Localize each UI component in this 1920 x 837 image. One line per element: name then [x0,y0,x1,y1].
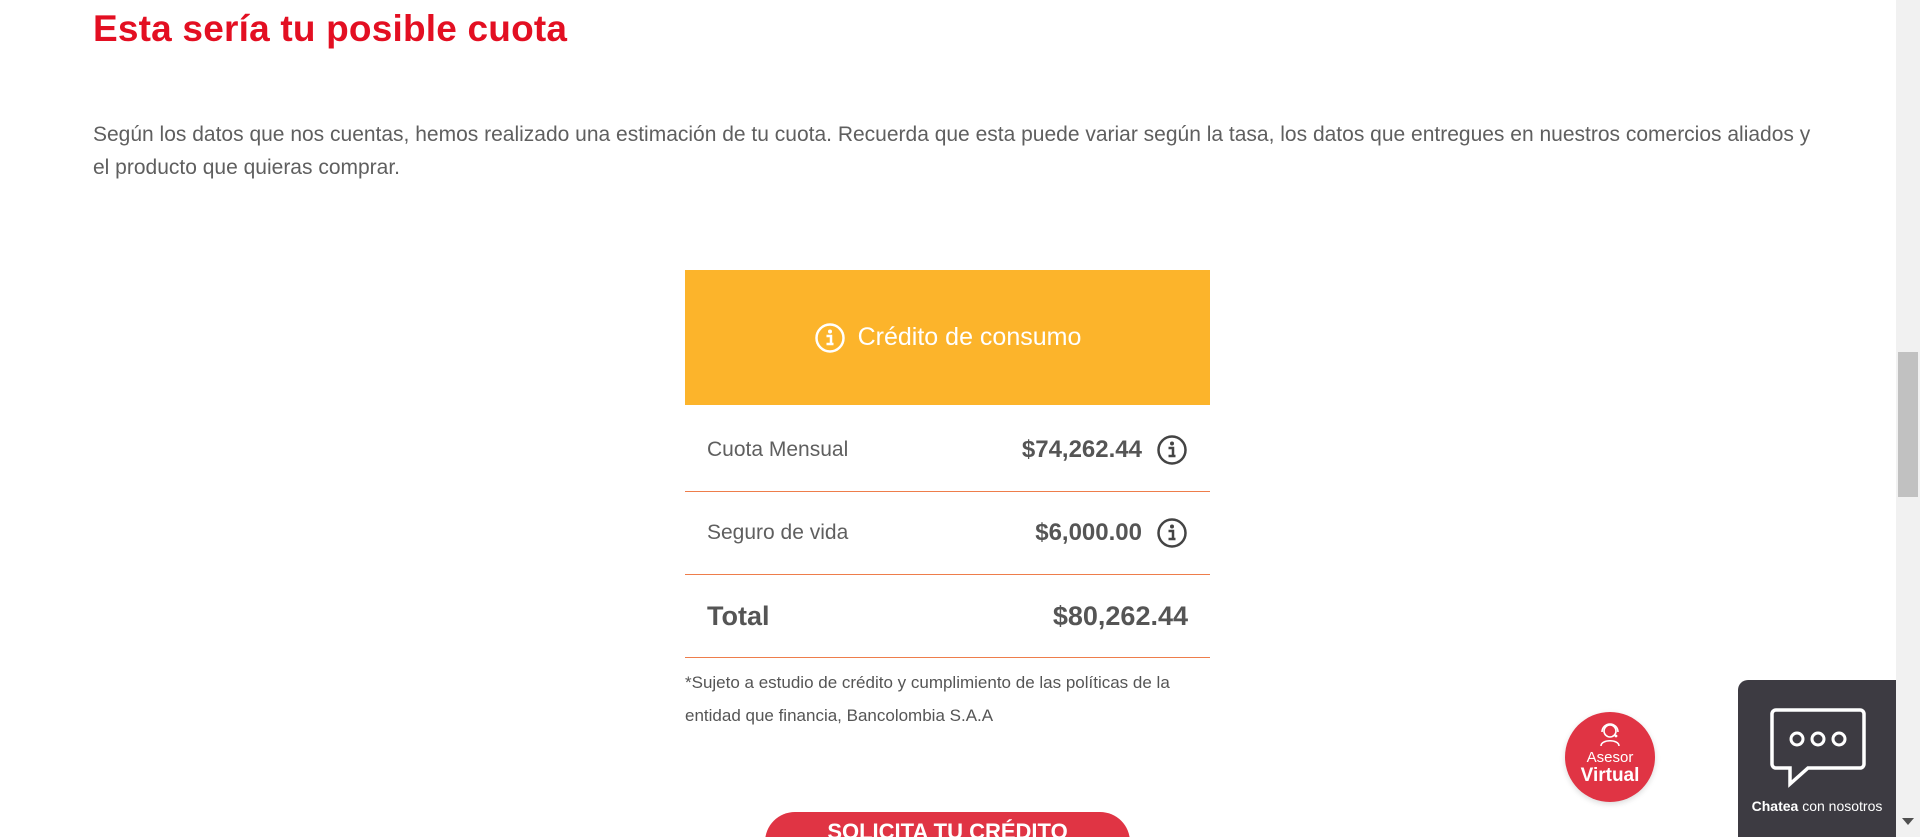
quote-card: Crédito de consumo Cuota Mensual $74,262… [685,270,1210,732]
scroll-down-arrow-icon[interactable] [1902,818,1914,825]
agent-icon [1600,723,1620,747]
seguro-de-vida-row: Seguro de vida $6,000.00 [685,492,1210,575]
chat-bubble-icon [1770,708,1866,788]
row-amount: $6,000.00 [1035,519,1142,546]
scrollbar-thumb[interactable] [1898,352,1918,497]
chat-label-bold: Chatea [1751,798,1799,814]
total-label: Total [707,600,770,631]
card-header: Crédito de consumo [685,270,1210,405]
row-amount: $74,262.44 [1021,436,1142,463]
info-icon[interactable] [814,322,846,354]
disclaimer-text: *Sujeto a estudio de crédito y cumplimie… [685,673,1170,725]
row-label: Seguro de vida [707,521,849,544]
chat-widget[interactable]: Chatea con nosotros [1738,680,1896,837]
solicita-credito-button[interactable]: SOLICITA TU CRÉDITO [765,812,1130,837]
page-title: Esta sería tu posible cuota [93,8,568,49]
intro-text: Según los datos que nos cuentas, hemos r… [93,123,1811,179]
page: Esta sería tu posible cuota Según los da… [0,0,1920,837]
row-label: Cuota Mensual [707,438,849,461]
total-row: Total $80,262.44 [685,575,1210,658]
info-icon[interactable] [1156,517,1188,549]
chat-label-rest: con nosotros [1798,798,1883,814]
chat-label: Chatea con nosotros [1738,798,1896,814]
total-amount: $80,262.44 [1052,600,1188,631]
virtual-label: Virtual [1580,765,1640,786]
asesor-label: Asesor [1586,749,1634,766]
asesor-virtual-button[interactable]: Asesor Virtual [1565,712,1655,802]
card-title: Crédito de consumo [857,323,1082,351]
info-icon[interactable] [1156,434,1188,466]
cuota-mensual-row: Cuota Mensual $74,262.44 [685,409,1210,492]
